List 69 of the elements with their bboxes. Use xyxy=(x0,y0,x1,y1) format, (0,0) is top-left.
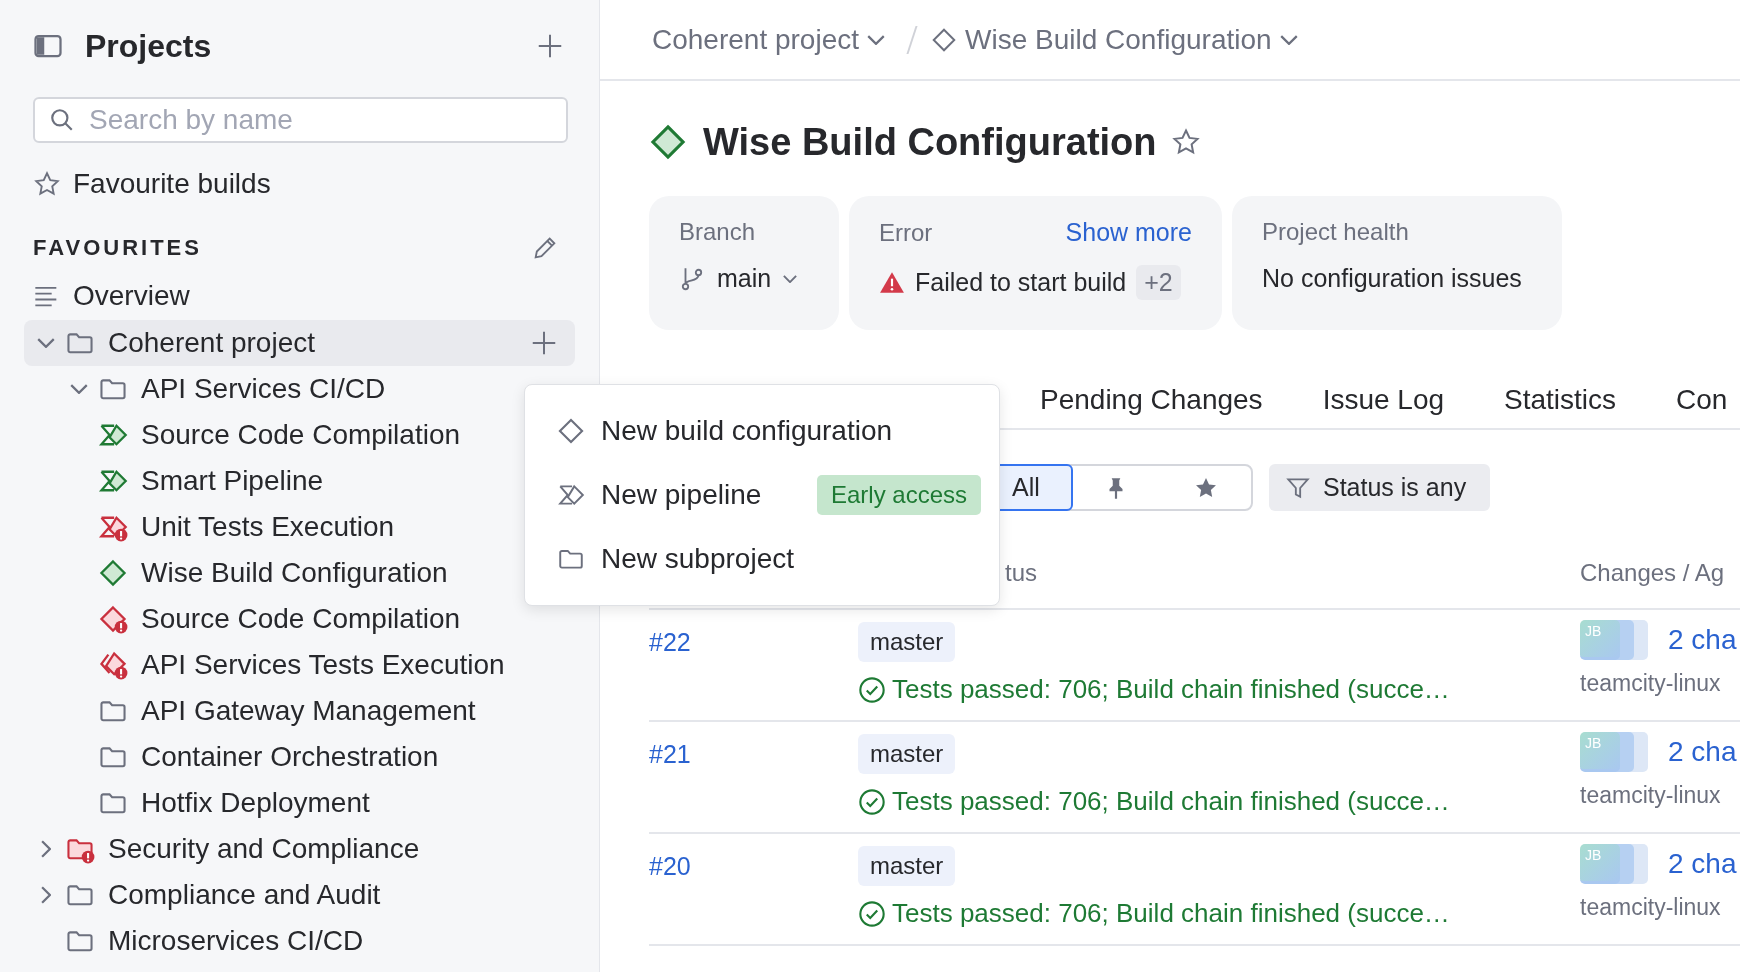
chevron-icon[interactable] xyxy=(37,338,55,348)
build-number-link[interactable]: #20 xyxy=(649,852,691,880)
diamond-icon xyxy=(931,26,957,53)
changes-link[interactable]: 2 cha xyxy=(1668,624,1737,656)
tab[interactable]: Statistics xyxy=(1504,370,1617,430)
count-badge: +2 xyxy=(1136,265,1181,300)
search-field[interactable]: Search by name xyxy=(33,97,568,143)
show-more-link[interactable]: Show more xyxy=(1065,218,1192,247)
tab[interactable]: Issue Log xyxy=(1322,370,1445,430)
sidebar-title: Projects xyxy=(85,27,212,65)
check-circle-icon xyxy=(858,675,886,704)
column-header: tus xyxy=(1005,559,1037,588)
branch-icon xyxy=(679,265,705,292)
tree-item[interactable]: Compliance and Audit xyxy=(24,872,575,918)
status-filter-button[interactable]: Status is any xyxy=(1269,464,1491,511)
status-text[interactable]: Tests passed: 706; Build chain finished (succe… xyxy=(892,674,1450,705)
branch-tag: master xyxy=(858,622,956,662)
early-access-badge: Early access xyxy=(816,475,981,515)
chevron-icon[interactable] xyxy=(41,840,51,858)
column-header: Changes / Ag xyxy=(1580,559,1726,588)
diamond-error-icon xyxy=(98,604,128,634)
agent-name: teamcity-linux xyxy=(1580,894,1722,921)
check-circle-icon xyxy=(858,899,886,928)
card-label: Project health xyxy=(1262,218,1410,246)
overview-link[interactable]: Overview xyxy=(73,280,190,312)
tree-item[interactable]: Source Code Compilation xyxy=(24,596,575,642)
chevron-icon xyxy=(1279,34,1298,45)
favourite-builds-link[interactable]: Favourite builds xyxy=(73,168,271,200)
tree-item[interactable]: API Services Tests Execution xyxy=(24,642,575,688)
star-icon xyxy=(33,170,61,198)
agent-name: teamcity-linux xyxy=(1580,782,1722,809)
branch-tag: master xyxy=(858,846,956,886)
tree-item[interactable]: API Services CI/CD xyxy=(24,366,575,412)
build-number-link[interactable]: #22 xyxy=(649,628,691,656)
chevron-icon xyxy=(783,274,798,283)
chevron-icon[interactable] xyxy=(70,384,88,394)
tab[interactable]: Pending Changes xyxy=(1040,370,1263,430)
health-status: No configuration issues xyxy=(1262,264,1523,293)
tree-item[interactable]: Coherent project xyxy=(24,320,575,366)
tree-item[interactable]: Container Orchestration xyxy=(24,734,575,780)
agent-name: teamcity-linux xyxy=(1580,670,1722,697)
build-number-link[interactable]: #21 xyxy=(649,740,691,768)
tree-item[interactable]: Hotfix Deployment xyxy=(24,780,575,826)
card-label: Error xyxy=(879,218,933,247)
breadcrumb-item[interactable]: Wise Build Configuration xyxy=(931,23,1298,56)
diamond-icon xyxy=(649,123,687,161)
changes-link[interactable]: 2 cha xyxy=(1668,848,1737,880)
tree-item[interactable]: API Gateway Management xyxy=(24,688,575,734)
branch-tag: master xyxy=(858,734,956,774)
page-title: Wise Build Configuration xyxy=(703,120,1157,164)
double-diamond-error-icon xyxy=(98,650,128,680)
status-text[interactable]: Tests passed: 706; Build chain finished (succe… xyxy=(892,786,1450,817)
status-text[interactable]: Tests passed: 706; Build chain finished (succe… xyxy=(892,898,1450,929)
star-icon[interactable] xyxy=(1170,127,1201,157)
tree-item[interactable]: Microservices CI/CD xyxy=(24,918,575,964)
check-circle-icon xyxy=(858,787,886,816)
changes-link[interactable]: 2 cha xyxy=(1668,736,1737,768)
chevron-icon xyxy=(867,34,885,45)
chevron-icon[interactable] xyxy=(41,886,51,904)
diamond-icon xyxy=(557,417,585,445)
search-icon xyxy=(49,107,75,133)
card-label: Branch xyxy=(679,218,757,246)
error-message: Failed to start build xyxy=(915,268,1127,297)
diamond-icon xyxy=(98,558,128,588)
tree-item[interactable]: Security and Compliance xyxy=(24,826,575,872)
tab[interactable]: Con xyxy=(1676,370,1728,430)
breadcrumb-item[interactable]: Coherent project xyxy=(652,23,885,56)
branch-selector[interactable]: main xyxy=(679,264,809,293)
section-title: FAVOURITES xyxy=(33,235,202,261)
